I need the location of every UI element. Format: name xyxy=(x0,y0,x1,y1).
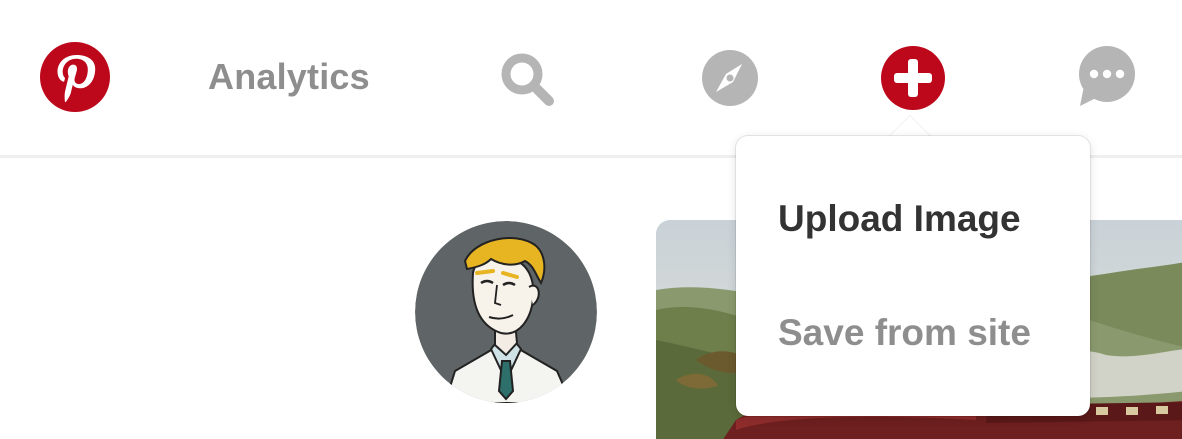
compass-icon[interactable] xyxy=(702,50,758,106)
speech-bubble-icon[interactable] xyxy=(1078,46,1136,108)
save-from-site-option[interactable]: Save from site xyxy=(778,312,1031,354)
profile-avatar[interactable] xyxy=(415,221,597,403)
pinterest-page: Analytics Upload Image Save from site xyxy=(0,0,1182,439)
plus-icon[interactable] xyxy=(881,46,945,110)
dropdown-caret xyxy=(888,116,932,138)
upload-image-option[interactable]: Upload Image xyxy=(778,198,1021,240)
add-menu-dropdown: Upload Image Save from site xyxy=(736,136,1090,416)
pinterest-logo-icon[interactable] xyxy=(40,42,110,112)
analytics-link[interactable]: Analytics xyxy=(208,56,370,98)
search-icon[interactable] xyxy=(500,52,556,108)
top-navigation-bar: Analytics xyxy=(0,0,1182,158)
